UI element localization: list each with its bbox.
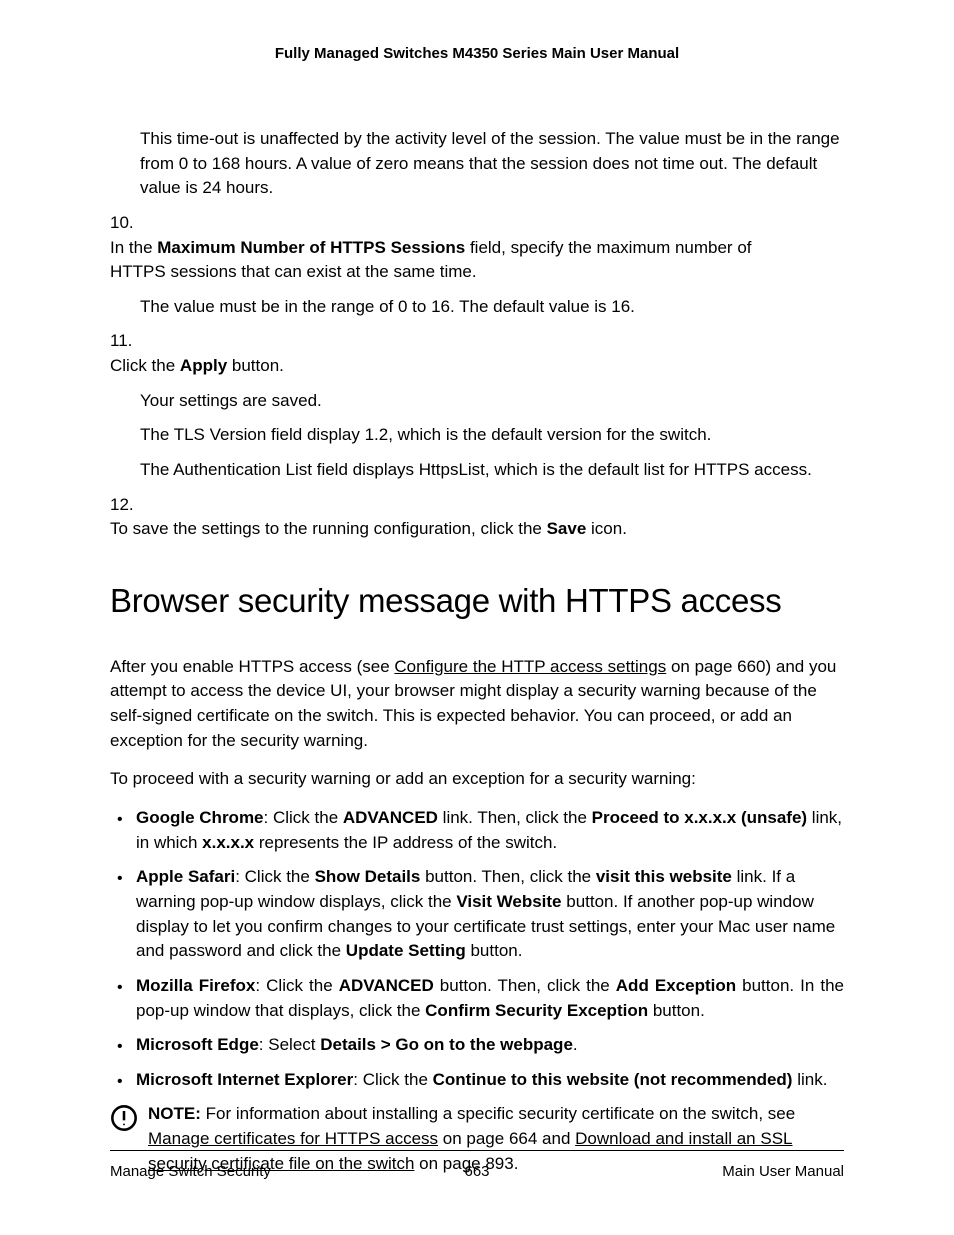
step-11: 11. Click the Apply button. [110, 329, 844, 378]
step-text: In the Maximum Number of HTTPS Sessions … [110, 236, 810, 285]
step-11-tls: The TLS Version field display 1.2, which… [140, 423, 844, 448]
section-heading: Browser security message with HTTPS acce… [110, 577, 844, 625]
safari-item: • Apple Safari: Click the Show Details b… [110, 865, 844, 964]
edge-item: • Microsoft Edge: Select Details > Go on… [110, 1033, 844, 1058]
manage-certificates-link[interactable]: Manage certificates for HTTPS access [148, 1129, 438, 1148]
footer-right: Main User Manual [722, 1163, 844, 1180]
step-10: 10. In the Maximum Number of HTTPS Sessi… [110, 211, 844, 285]
bullet-icon: • [117, 1035, 123, 1058]
bullet-icon: • [117, 808, 123, 831]
bullet-icon: • [117, 976, 123, 999]
step-number: 11. [110, 329, 140, 354]
footer-left: Manage Switch Security [110, 1163, 271, 1180]
alert-icon [110, 1104, 138, 1140]
step-12: 12. To save the settings to the running … [110, 493, 844, 542]
timeout-para: This time-out is unaffected by the activ… [140, 127, 844, 201]
configure-http-link[interactable]: Configure the HTTP access settings [394, 657, 666, 676]
footer-page-number: 663 [464, 1163, 489, 1180]
chrome-item: • Google Chrome: Click the ADVANCED link… [110, 806, 844, 855]
browser-list: • Google Chrome: Click the ADVANCED link… [110, 806, 844, 1092]
proceed-para: To proceed with a security warning or ad… [110, 767, 844, 792]
firefox-item: • Mozilla Firefox: Click the ADVANCED bu… [110, 974, 844, 1023]
page-header: Fully Managed Switches M4350 Series Main… [110, 45, 844, 62]
step-number: 10. [110, 211, 140, 236]
bullet-icon: • [117, 867, 123, 890]
intro-para: After you enable HTTPS access (see Confi… [110, 655, 844, 754]
bullet-icon: • [117, 1070, 123, 1093]
page-footer: Manage Switch Security 663 Main User Man… [110, 1150, 844, 1180]
step-number: 12. [110, 493, 140, 518]
step-text: Click the Apply button. [110, 354, 810, 379]
step-11-saved: Your settings are saved. [140, 389, 844, 414]
ie-item: • Microsoft Internet Explorer: Click the… [110, 1068, 844, 1093]
step-10-detail: The value must be in the range of 0 to 1… [140, 295, 844, 320]
step-text: To save the settings to the running conf… [110, 517, 810, 542]
body-content: This time-out is unaffected by the activ… [110, 127, 844, 1176]
step-11-auth: The Authentication List field displays H… [140, 458, 844, 483]
